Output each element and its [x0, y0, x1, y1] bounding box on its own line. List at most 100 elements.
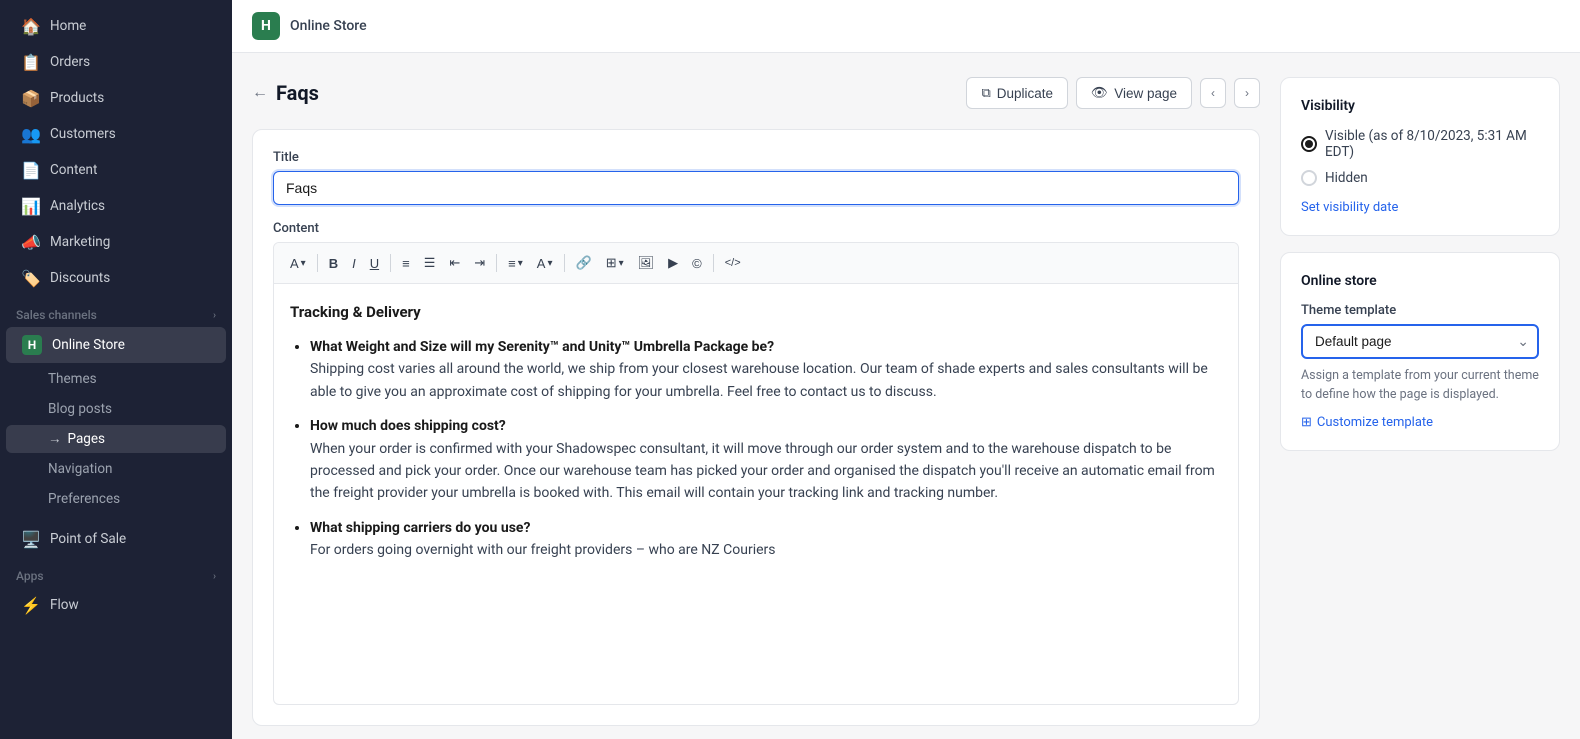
marketing-icon: 📣 [22, 233, 40, 251]
list-item-2: How much does shipping cost? When your o… [310, 415, 1222, 505]
sidebar-item-pos[interactable]: 🖥️ Point of Sale [6, 522, 226, 556]
customize-template-link[interactable]: ⊞ Customize template [1301, 415, 1539, 430]
online-store-card: Online store Theme template Default page… [1280, 252, 1560, 451]
emoji-btn[interactable]: © [686, 252, 708, 275]
sidebar-item-discounts[interactable]: 🏷️ Discounts [6, 261, 226, 295]
editor-toolbar: A ▾ B I U ≡ ☰ ⇤ ⇥ [274, 243, 1238, 284]
visible-label: Visible (as of 8/10/2023, 5:31 AM EDT) [1325, 128, 1539, 160]
sales-channels-chevron[interactable]: › [213, 310, 216, 321]
apps-section: Apps › [0, 557, 232, 587]
text-color-dropdown-icon: ▾ [547, 258, 552, 269]
sidebar-item-analytics[interactable]: 📊 Analytics [6, 189, 226, 223]
sidebar-item-online-store[interactable]: H Online Store [6, 327, 226, 363]
unordered-list-btn[interactable]: ≡ [396, 252, 416, 275]
chevron-right-icon: › [1245, 86, 1249, 100]
ordered-list-btn[interactable]: ☰ [418, 251, 442, 275]
sidebar-item-blog-posts[interactable]: Blog posts [6, 395, 226, 423]
back-button[interactable]: ← [252, 84, 268, 102]
source-btn[interactable]: </> [719, 253, 747, 273]
link-btn[interactable]: 🔗 [570, 251, 598, 275]
table-dropdown-icon: ▾ [619, 258, 624, 269]
sidebar-item-home[interactable]: 🏠 Home [6, 9, 226, 43]
hidden-label: Hidden [1325, 170, 1368, 186]
hidden-radio[interactable] [1301, 170, 1317, 186]
video-btn[interactable]: ▶ [662, 251, 684, 275]
text-color-btn[interactable]: A ▾ [531, 252, 559, 275]
indent-btn[interactable]: ⇥ [468, 251, 491, 275]
bold-btn[interactable]: B [323, 252, 344, 275]
prev-button[interactable]: ‹ [1200, 78, 1226, 108]
editor-body[interactable]: Tracking & Delivery What Weight and Size… [274, 284, 1238, 704]
sidebar-item-themes[interactable]: Themes [6, 365, 226, 393]
sidebar-item-orders-label: Orders [50, 54, 90, 70]
font-dropdown-icon: ▾ [301, 258, 306, 269]
font-size-btn[interactable]: A ▾ [284, 252, 312, 275]
next-button[interactable]: › [1234, 78, 1260, 108]
page-content-card: Title Content A ▾ B I [252, 129, 1260, 726]
align-btn[interactable]: ≡ ▾ [502, 252, 529, 275]
duplicate-icon: ⧉ [981, 85, 990, 101]
view-page-button[interactable]: 👁 View page [1076, 77, 1192, 109]
chevron-left-icon: ‹ [1211, 86, 1215, 100]
home-icon: 🏠 [22, 17, 40, 35]
sidebar-item-online-store-label: Online Store [52, 337, 125, 353]
sidebar-item-customers[interactable]: 👥 Customers [6, 117, 226, 151]
sidebar-item-content-label: Content [50, 162, 97, 178]
sidebar-item-marketing[interactable]: 📣 Marketing [6, 225, 226, 259]
eye-icon: 👁 [1091, 85, 1108, 101]
sales-channels-section: Sales channels › [0, 296, 232, 326]
visibility-hidden-option[interactable]: Hidden [1301, 170, 1539, 186]
editor-heading: Tracking & Delivery [290, 300, 1222, 324]
title-input[interactable] [273, 171, 1239, 205]
align-dropdown-icon: ▾ [518, 258, 523, 269]
analytics-icon: 📊 [22, 197, 40, 215]
apps-chevron[interactable]: › [213, 571, 216, 582]
page-header-left: ← Faqs [252, 81, 319, 105]
list-item-1: What Weight and Size will my Serenity™ a… [310, 336, 1222, 403]
editor-list: What Weight and Size will my Serenity™ a… [290, 336, 1222, 562]
customize-icon: ⊞ [1301, 415, 1312, 430]
pos-icon: 🖥️ [22, 530, 40, 548]
online-store-icon: H [22, 335, 42, 355]
sidebar: 🏠 Home 📋 Orders 📦 Products 👥 Customers 📄… [0, 0, 232, 739]
sidebar-item-preferences[interactable]: Preferences [6, 485, 226, 513]
editor-container: A ▾ B I U ≡ ☰ ⇤ ⇥ [273, 242, 1239, 705]
set-visibility-date-link[interactable]: Set visibility date [1301, 200, 1398, 215]
toolbar-separator-1 [317, 254, 318, 272]
italic-btn[interactable]: I [346, 252, 362, 275]
visibility-title: Visibility [1301, 98, 1539, 114]
online-store-title: Online store [1301, 273, 1539, 289]
theme-template-select-wrapper: Default page Custom template [1301, 324, 1539, 359]
title-field-label: Title [273, 150, 1239, 165]
topbar: H Online Store [232, 0, 1580, 53]
page-header-right: ⧉ Duplicate 👁 View page ‹ › [966, 77, 1260, 109]
sidebar-item-products[interactable]: 📦 Products [6, 81, 226, 115]
content-field-label: Content [273, 221, 1239, 236]
template-description: Assign a template from your current them… [1301, 367, 1539, 405]
sidebar-item-pages[interactable]: → Pages [6, 425, 226, 453]
sidebar-item-customers-label: Customers [50, 126, 116, 142]
page-title: Faqs [276, 81, 319, 105]
sidebar-item-orders[interactable]: 📋 Orders [6, 45, 226, 79]
toolbar-separator-2 [390, 254, 391, 272]
sidebar-item-flow[interactable]: ⚡ Flow [6, 588, 226, 622]
customers-icon: 👥 [22, 125, 40, 143]
sidebar-item-home-label: Home [50, 18, 86, 34]
image-btn[interactable]: 🖼 [632, 251, 661, 275]
duplicate-button[interactable]: ⧉ Duplicate [966, 77, 1068, 109]
outdent-btn[interactable]: ⇤ [443, 251, 466, 275]
sidebar-item-navigation[interactable]: Navigation [6, 455, 226, 483]
visibility-visible-option[interactable]: Visible (as of 8/10/2023, 5:31 AM EDT) [1301, 128, 1539, 160]
right-panel: Visibility Visible (as of 8/10/2023, 5:3… [1280, 77, 1560, 715]
sidebar-item-marketing-label: Marketing [50, 234, 110, 250]
visible-radio[interactable] [1301, 136, 1317, 152]
theme-template-label: Theme template [1301, 303, 1539, 318]
toolbar-separator-5 [713, 254, 714, 272]
table-btn[interactable]: ⊞ ▾ [600, 251, 630, 275]
sidebar-item-flow-label: Flow [50, 597, 79, 613]
underline-btn[interactable]: U [364, 252, 385, 275]
sidebar-item-content[interactable]: 📄 Content [6, 153, 226, 187]
theme-template-select[interactable]: Default page Custom template [1301, 324, 1539, 359]
sidebar-item-analytics-label: Analytics [50, 198, 105, 214]
store-logo: H [252, 12, 280, 40]
